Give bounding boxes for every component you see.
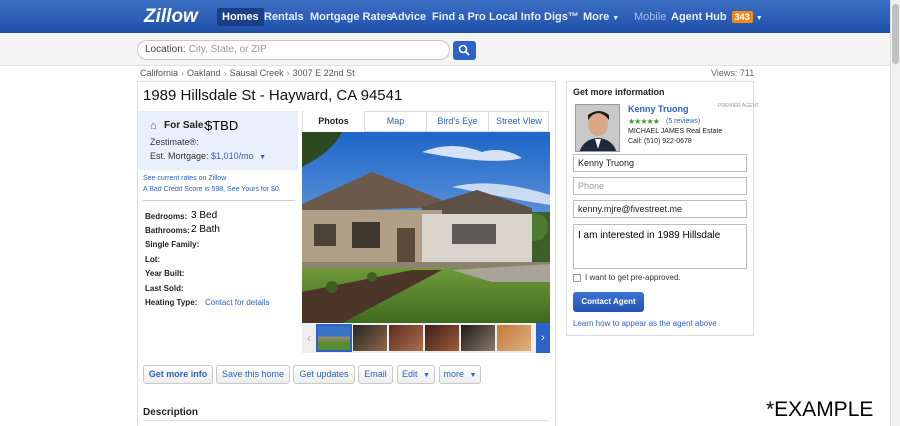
learn-agent-link[interactable]: Learn how to appear as the agent above — [573, 319, 717, 328]
mortgage-value-text: $1,010/mo — [211, 151, 254, 161]
email-button[interactable]: Email — [358, 365, 393, 384]
contact-heading: Get more information — [573, 87, 665, 97]
photo-thumbnail[interactable] — [353, 325, 387, 351]
nav-mortgage-rates[interactable]: Mortgage Rates — [305, 8, 398, 26]
nav-agent-hub[interactable]: Agent Hub 343 ▼ — [666, 8, 768, 26]
preapproved-checkbox[interactable] — [573, 274, 581, 282]
agent-brokerage: MICHAEL JAMES Real Estate — [628, 128, 723, 135]
zestimate-label: Zestimate®: — [150, 137, 199, 147]
rating-stars: ★★★★★ — [628, 117, 660, 126]
search-icon — [458, 44, 470, 56]
reviews-link[interactable]: (5 reviews) — [666, 118, 700, 125]
mortgage-label: Est. Mortgage: — [150, 151, 209, 161]
for-sale-label: For Sale: — [164, 120, 207, 131]
nav-more[interactable]: More ▼ — [578, 8, 624, 26]
thumbnails-next-icon[interactable]: › — [536, 323, 550, 353]
heating-contact-link[interactable]: Contact for details — [205, 298, 269, 307]
agent-avatar[interactable] — [575, 104, 620, 152]
name-field[interactable]: Kenny Truong — [573, 154, 747, 172]
example-watermark: *EXAMPLE — [766, 398, 874, 421]
description-heading: Description — [143, 407, 199, 418]
photo-thumbnail[interactable] — [316, 324, 352, 352]
premier-agent-badge: PREMIER AGENT — [718, 103, 760, 109]
message-field[interactable]: I am interested in 1989 Hillsdale — [573, 224, 747, 269]
get-more-info-button[interactable]: Get more info — [143, 365, 213, 384]
breadcrumb: California › Oakland › Sausal Creek › 3007 E 2… — [140, 68, 355, 78]
photo-thumbnail[interactable] — [461, 325, 495, 351]
preapproved-label: I want to get pre-approved. — [585, 273, 681, 282]
lot-label: Lot: — [145, 255, 161, 264]
listing-address: 1989 Hillsdale St - Hayward, CA 94541 — [143, 87, 403, 104]
agent-phone: Call: (510) 922-0678 — [628, 138, 692, 145]
more-button[interactable]: more ▼ — [439, 365, 481, 384]
rates-link[interactable]: See current rates on Zillow — [143, 175, 226, 182]
last-sold-label: Last Sold: — [145, 284, 184, 293]
chevron-down-icon: ▼ — [259, 154, 267, 161]
nav-find-a-pro[interactable]: Find a Pro — [427, 8, 491, 26]
tab-street-view[interactable]: Street View — [488, 111, 549, 132]
contact-agent-button[interactable]: Contact Agent — [573, 292, 644, 312]
view-count: Views: 711 — [711, 68, 755, 78]
photo-thumbnail[interactable] — [389, 325, 423, 351]
zillow-logo[interactable]: Zillow — [144, 6, 198, 28]
chevron-down-icon: ▼ — [612, 15, 620, 22]
house-icon: ⌂ — [150, 120, 157, 132]
thumbnails-prev-icon[interactable]: ‹ — [303, 325, 315, 351]
nav-rentals[interactable]: Rentals — [259, 8, 309, 26]
save-home-button[interactable]: Save this home — [216, 365, 290, 384]
chevron-down-icon: ▼ — [755, 15, 763, 22]
property-type-label: Single Family: — [145, 240, 200, 249]
nav-more-label: More — [583, 11, 610, 23]
year-built-label: Year Built: — [145, 269, 185, 278]
location-input[interactable]: Location: City, State, or ZIP — [137, 40, 450, 60]
mortgage-value[interactable]: $1,010/mo ▼ — [211, 151, 266, 161]
location-placeholder: City, State, or ZIP — [188, 44, 267, 55]
chevron-down-icon: ▼ — [423, 372, 430, 379]
heating-type-label: Heating Type: — [145, 298, 198, 307]
get-updates-button[interactable]: Get updates — [293, 365, 355, 384]
agent-hub-label: Agent Hub — [671, 11, 727, 23]
phone-field[interactable]: Phone — [573, 177, 747, 195]
bedrooms-value: 3 Bed — [191, 210, 218, 221]
house-photo[interactable] — [302, 132, 550, 323]
nav-advice[interactable]: Advice — [385, 8, 431, 26]
listing-price: $TBD — [205, 118, 239, 133]
tab-map[interactable]: Map — [364, 111, 426, 132]
agent-hub-badge: 343 — [731, 11, 753, 23]
agent-name-link[interactable]: Kenny Truong — [628, 104, 689, 114]
breadcrumb-item[interactable]: California — [140, 68, 178, 78]
tab-photos[interactable]: Photos — [303, 111, 364, 132]
tab-birds-eye[interactable]: Bird's Eye — [426, 111, 488, 132]
bathrooms-label: Bathrooms: — [145, 226, 190, 235]
divider — [143, 200, 295, 201]
breadcrumb-item[interactable]: Sausal Creek — [230, 68, 284, 78]
bedrooms-label: Bedrooms: — [145, 212, 188, 221]
scrollbar-thumb[interactable] — [892, 4, 899, 64]
photo-thumbnail[interactable] — [497, 325, 531, 351]
email-field[interactable]: kenny.mjre@fivestreet.me — [573, 200, 747, 218]
breadcrumb-item[interactable]: Oakland — [187, 68, 221, 78]
edit-label: Edit — [402, 369, 418, 379]
mortgage-row: Est. Mortgage: $1,010/mo ▼ — [150, 151, 266, 161]
edit-button[interactable]: Edit ▼ — [397, 365, 435, 384]
nav-local-info[interactable]: Local Info — [484, 8, 546, 26]
divider — [143, 420, 549, 421]
search-button[interactable] — [453, 41, 476, 60]
chevron-down-icon: ▼ — [469, 372, 477, 379]
nav-homes[interactable]: Homes — [217, 8, 264, 26]
location-label: Location: — [145, 44, 186, 55]
photo-thumbnail[interactable] — [425, 325, 459, 351]
credit-score-link[interactable]: A Bad Credit Score is 598, See Yours for… — [143, 186, 283, 193]
more-label: more — [443, 369, 465, 379]
bathrooms-value: 2 Bath — [191, 224, 220, 235]
breadcrumb-item[interactable]: 3007 E 22nd St — [293, 68, 355, 78]
